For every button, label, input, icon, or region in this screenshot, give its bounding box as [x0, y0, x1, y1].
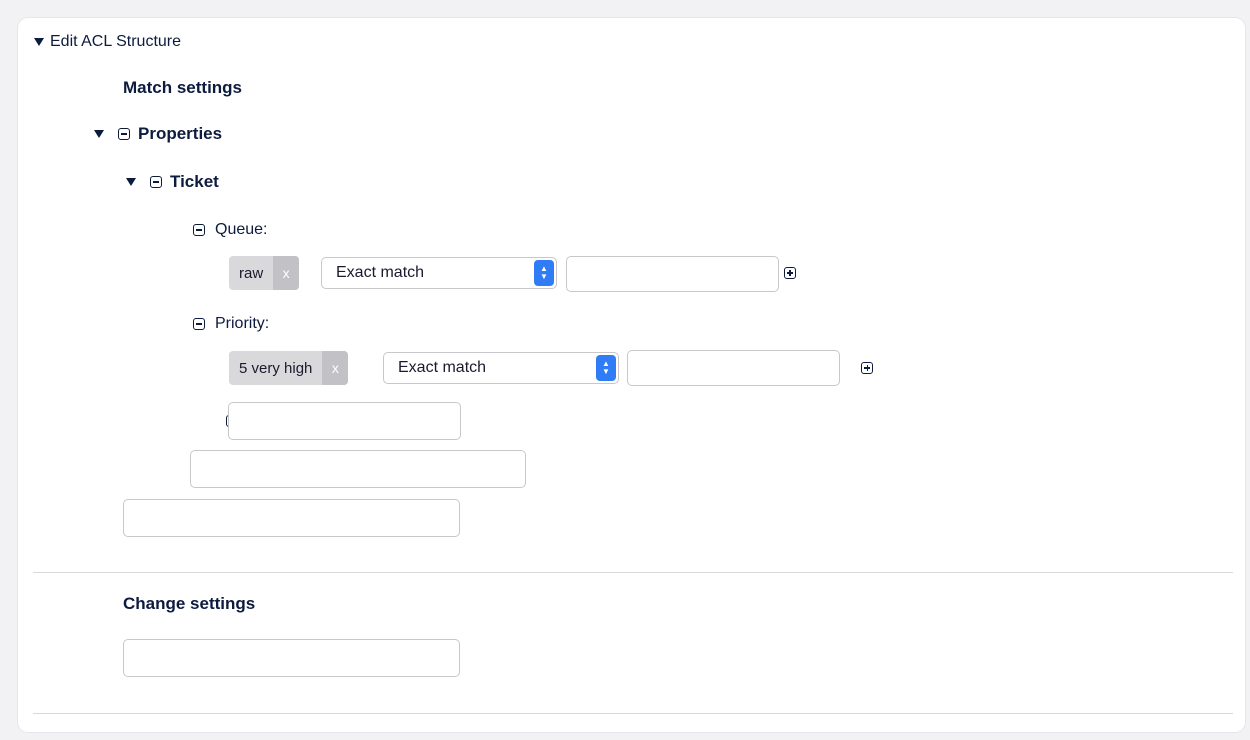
ticket-collapse-minus-icon[interactable] [150, 176, 162, 188]
stepper-icon: ▲ ▼ [534, 260, 554, 286]
priority-row: Priority: [193, 315, 269, 333]
ticket-label: Ticket [170, 172, 219, 191]
priority-label: Priority: [215, 315, 270, 332]
properties-collapse-minus-icon[interactable] [118, 128, 130, 140]
priority-tag-label: 5 very high [239, 359, 313, 377]
ticket-new-attribute-input[interactable] [228, 402, 461, 440]
priority-value-tag: 5 very high x [229, 351, 349, 385]
edit-acl-structure-toggle[interactable]: Edit ACL Structure [34, 33, 181, 51]
priority-match-type-value: Exact match [398, 359, 487, 376]
properties-node: Properties [94, 124, 222, 144]
queue-row: Queue: [193, 221, 267, 239]
queue-add-value-plus-icon[interactable] [784, 267, 796, 279]
queue-tag-label: raw [239, 264, 264, 282]
change-settings-title: Change settings [123, 594, 256, 613]
priority-match-type-select[interactable]: Exact match ▲ ▼ [383, 352, 619, 384]
queue-value-tag: raw x [229, 256, 300, 290]
queue-match-type-select[interactable]: Exact match ▲ ▼ [321, 257, 557, 289]
properties-new-element-input[interactable] [190, 450, 526, 488]
header-label: Edit ACL Structure [50, 33, 182, 50]
stepper-icon: ▲ ▼ [596, 355, 616, 381]
queue-value-input[interactable] [566, 256, 779, 292]
match-new-element-input[interactable] [123, 499, 460, 537]
queue-label: Queue: [215, 221, 268, 238]
match-settings-title: Match settings [123, 78, 243, 97]
section-divider [33, 572, 1233, 573]
queue-remove-minus-icon[interactable] [193, 224, 205, 236]
change-new-element-input[interactable] [123, 639, 460, 677]
priority-tag-remove-button[interactable]: x [322, 351, 349, 385]
priority-value-input[interactable] [627, 350, 840, 386]
ticket-node: Ticket [126, 172, 219, 192]
priority-add-value-plus-icon[interactable] [861, 362, 874, 374]
properties-expand-triangle-icon[interactable] [94, 130, 104, 138]
ticket-expand-triangle-icon[interactable] [126, 178, 136, 186]
bottom-divider [33, 713, 1233, 714]
queue-tag-remove-button[interactable]: x [273, 256, 300, 290]
triangle-down-icon [34, 38, 44, 46]
queue-match-type-value: Exact match [336, 264, 425, 281]
priority-remove-minus-icon[interactable] [193, 318, 205, 330]
properties-label: Properties [138, 124, 223, 143]
